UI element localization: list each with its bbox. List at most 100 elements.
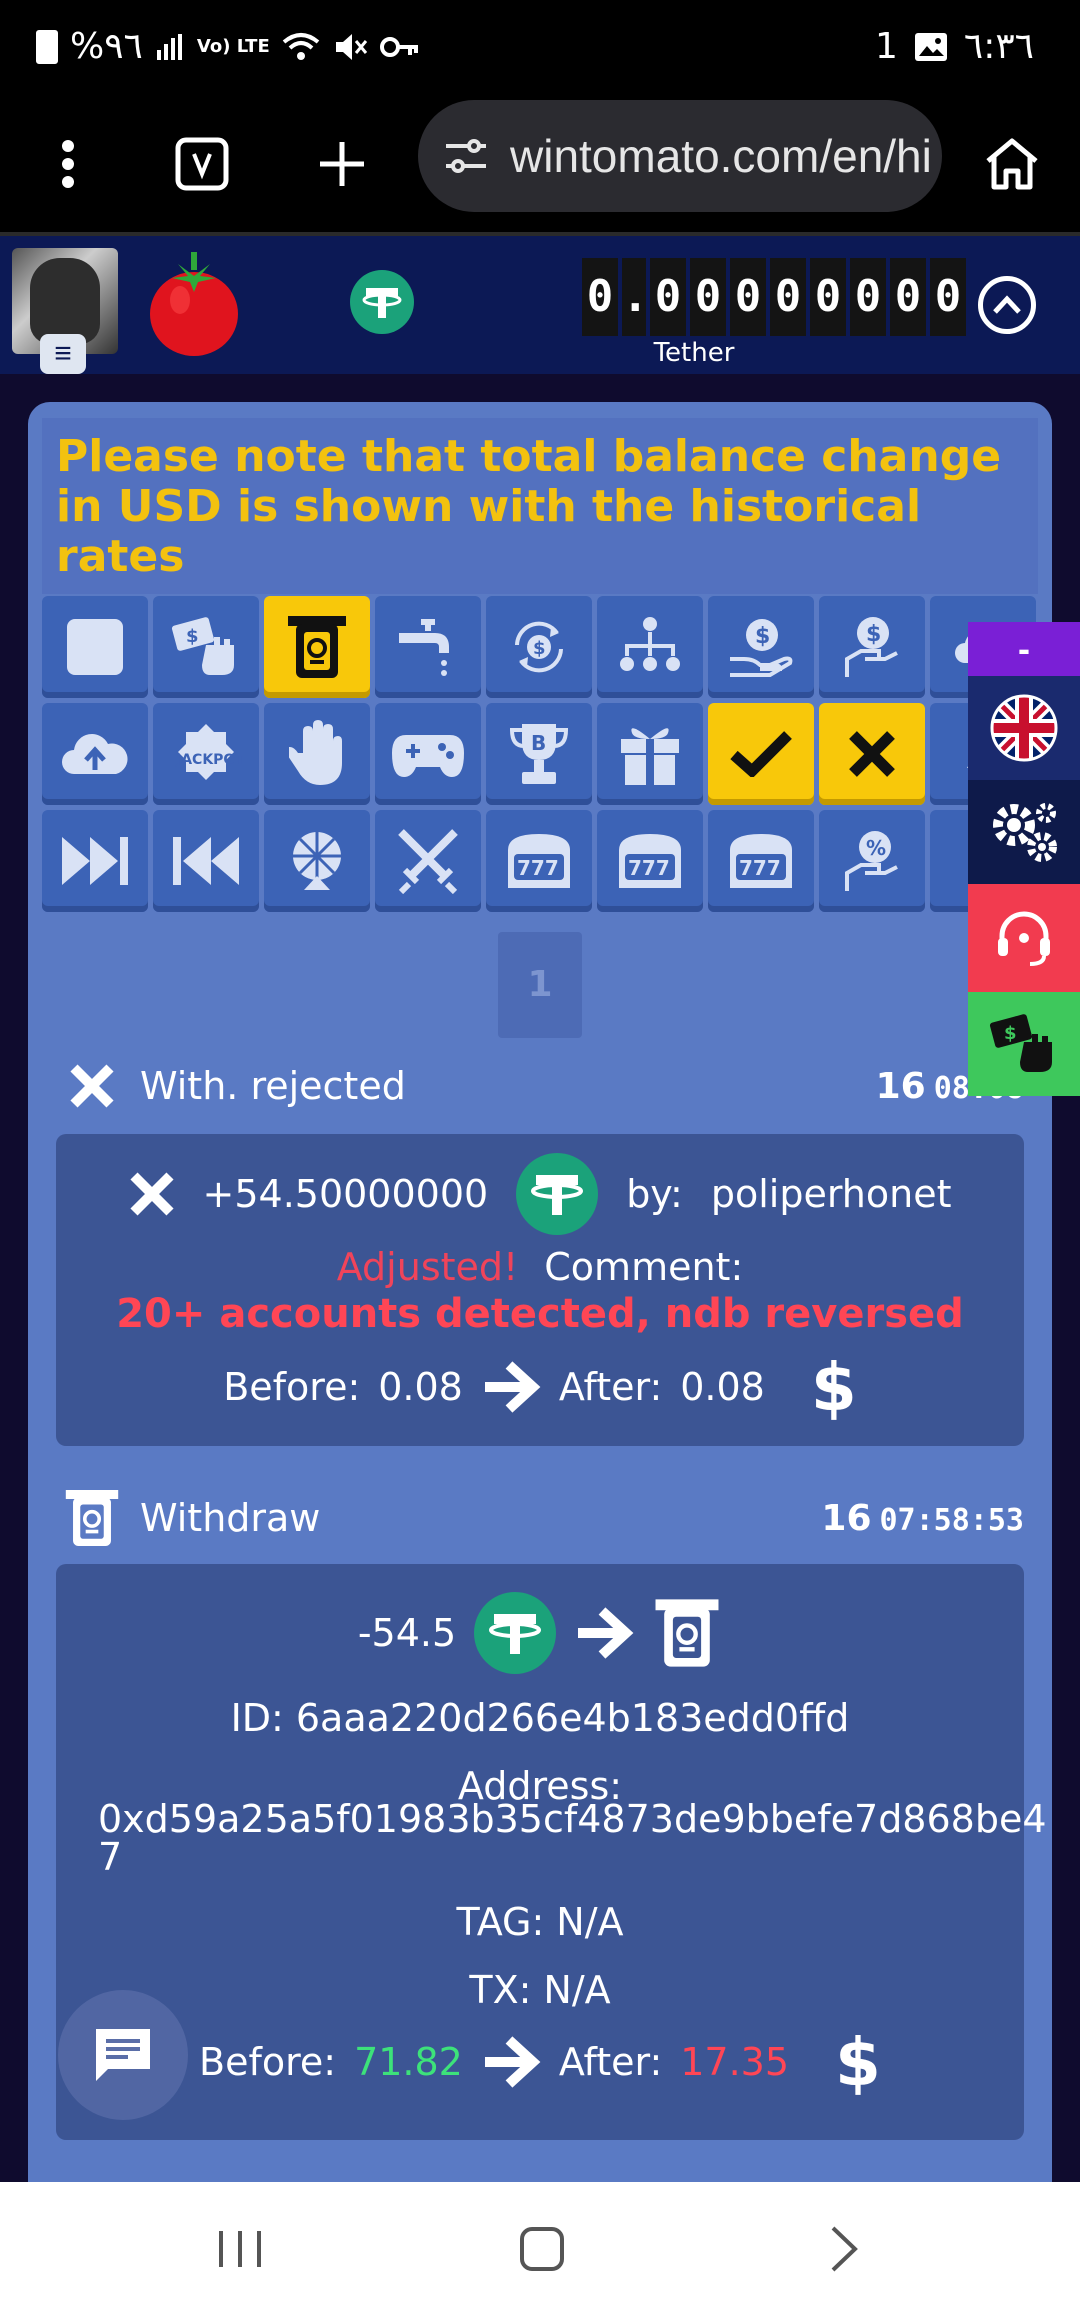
balance-digit: 0 — [850, 258, 886, 336]
android-nav-bar — [0, 2182, 1080, 2316]
entry-card-rejected: +54.50000000 by: poliperhonet Adjusted! … — [56, 1134, 1024, 1446]
filter-gift[interactable] — [597, 703, 703, 805]
svg-text:$: $ — [533, 638, 546, 659]
headset-icon — [998, 911, 1050, 966]
atm-icon — [64, 1490, 120, 1546]
faucet-icon — [399, 619, 449, 676]
filter-next[interactable] — [42, 810, 148, 912]
filter-faucet[interactable] — [375, 596, 481, 698]
filter-slots-3[interactable]: 777 — [708, 810, 814, 912]
menu-button[interactable]: ≡ — [40, 334, 86, 374]
chevron-up-icon — [993, 295, 1021, 314]
filter-referral[interactable] — [597, 596, 703, 698]
svg-text:777: 777 — [517, 856, 559, 880]
by-label: by: — [626, 1172, 683, 1216]
side-dock: - $ — [968, 622, 1080, 1096]
entry-type: Withdraw — [140, 1496, 321, 1540]
balance-digit: 0 — [650, 258, 686, 336]
cloud-upload-icon — [62, 734, 128, 774]
filter-battle[interactable] — [375, 810, 481, 912]
percent-hand-icon: % — [845, 831, 898, 891]
filter-withdraw[interactable] — [264, 596, 370, 698]
svg-text:777: 777 — [739, 856, 781, 880]
after-value: 0.08 — [680, 1365, 765, 1409]
filter-trophy[interactable]: B — [486, 703, 592, 805]
home-icon — [986, 138, 1038, 190]
balance-digit: 0 — [730, 258, 766, 336]
filter-exchange[interactable]: $ — [486, 596, 592, 698]
arrow-right-icon — [484, 1361, 541, 1413]
by-user: poliperhonet — [710, 1172, 952, 1216]
language-button[interactable] — [968, 676, 1080, 780]
chevron-right-icon — [831, 2226, 858, 2272]
tag-value: N/A — [556, 1900, 624, 1944]
tether-icon[interactable] — [350, 270, 414, 334]
adjusted-badge: Adjusted! — [336, 1245, 519, 1289]
filter-payout[interactable]: $ — [819, 596, 925, 698]
battery-icon — [36, 29, 58, 64]
filter-wheel[interactable] — [264, 810, 370, 912]
home-button[interactable] — [972, 124, 1052, 204]
after-value: 17.35 — [680, 2040, 790, 2084]
skip-forward-icon — [62, 837, 128, 885]
tabs-button[interactable] — [162, 124, 242, 204]
tx-label: TX: — [469, 1968, 532, 2012]
gears-icon — [993, 803, 1057, 862]
uk-flag-icon — [990, 694, 1058, 762]
check-icon — [730, 731, 792, 777]
dollar-icon: $ — [835, 2023, 881, 2101]
dollar-hand-icon: $ — [730, 619, 793, 677]
filter-deposit[interactable]: $ — [153, 596, 259, 698]
cashier-button[interactable]: $ — [968, 992, 1080, 1096]
tag-label: TAG: — [456, 1900, 545, 1944]
key-icon — [379, 36, 418, 57]
rates-notice: Please note that total balance change in… — [42, 418, 1038, 594]
browser-menu-button[interactable] — [28, 124, 108, 204]
svg-text:$: $ — [186, 626, 199, 647]
tomato-logo[interactable] — [148, 250, 240, 358]
fortune-wheel-icon — [293, 832, 341, 890]
support-button[interactable] — [968, 884, 1080, 992]
collapse-header-button[interactable] — [978, 276, 1036, 334]
browser-toolbar: wintomato.com/en/hi — [0, 96, 1080, 236]
filter-all[interactable] — [42, 596, 148, 698]
back-button[interactable] — [794, 2212, 894, 2286]
bitcoin-trophy-icon: B — [509, 724, 569, 784]
balance-digit: 0 — [930, 258, 966, 336]
tx-value: N/A — [543, 1968, 611, 2012]
filter-hand[interactable] — [264, 703, 370, 805]
filter-slots-2[interactable]: 777 — [597, 810, 703, 912]
filter-income[interactable]: $ — [708, 596, 814, 698]
cash-hand-icon: $ — [989, 1014, 1052, 1072]
entry-amount: +54.50000000 — [202, 1172, 489, 1216]
coin-cycle-icon: $ — [515, 621, 563, 673]
recents-button[interactable] — [190, 2212, 290, 2286]
new-tab-button[interactable] — [302, 124, 382, 204]
page-1-button[interactable]: 1 — [498, 932, 582, 1038]
history-panel: Please note that total balance change in… — [28, 402, 1052, 2192]
home-nav-button[interactable] — [492, 2212, 592, 2286]
entry-time: 07:58:53 — [879, 1503, 1025, 1538]
filter-rejected[interactable] — [819, 703, 925, 805]
address-bar[interactable]: wintomato.com/en/hi — [418, 100, 942, 212]
after-label: After: — [558, 2040, 663, 2084]
status-bar: %٩٦ Vo) LTE 1 ٦:٣٦ — [0, 0, 1080, 96]
chat-button[interactable] — [58, 1990, 188, 2120]
entry-type: With. rejected — [140, 1064, 406, 1108]
filter-previous[interactable] — [153, 810, 259, 912]
filter-rakeback[interactable]: % — [819, 810, 925, 912]
dock-collapse-button[interactable]: - — [968, 622, 1080, 676]
filter-upload[interactable] — [42, 703, 148, 805]
dollar-hand-up-icon: $ — [845, 617, 898, 677]
filter-games[interactable] — [375, 703, 481, 805]
gallery-icon — [914, 32, 947, 61]
home-square-icon — [520, 2227, 564, 2271]
settings-button[interactable] — [968, 780, 1080, 884]
balance-digit: 0 — [890, 258, 926, 336]
slot-machine-icon: 777 — [619, 834, 681, 888]
filter-jackpot[interactable]: JACKPOT — [153, 703, 259, 805]
entry-amount: -54.5 — [357, 1611, 457, 1655]
slot-machine-icon: 777 — [508, 834, 570, 888]
filter-confirmed[interactable] — [708, 703, 814, 805]
filter-slots-1[interactable]: 777 — [486, 810, 592, 912]
